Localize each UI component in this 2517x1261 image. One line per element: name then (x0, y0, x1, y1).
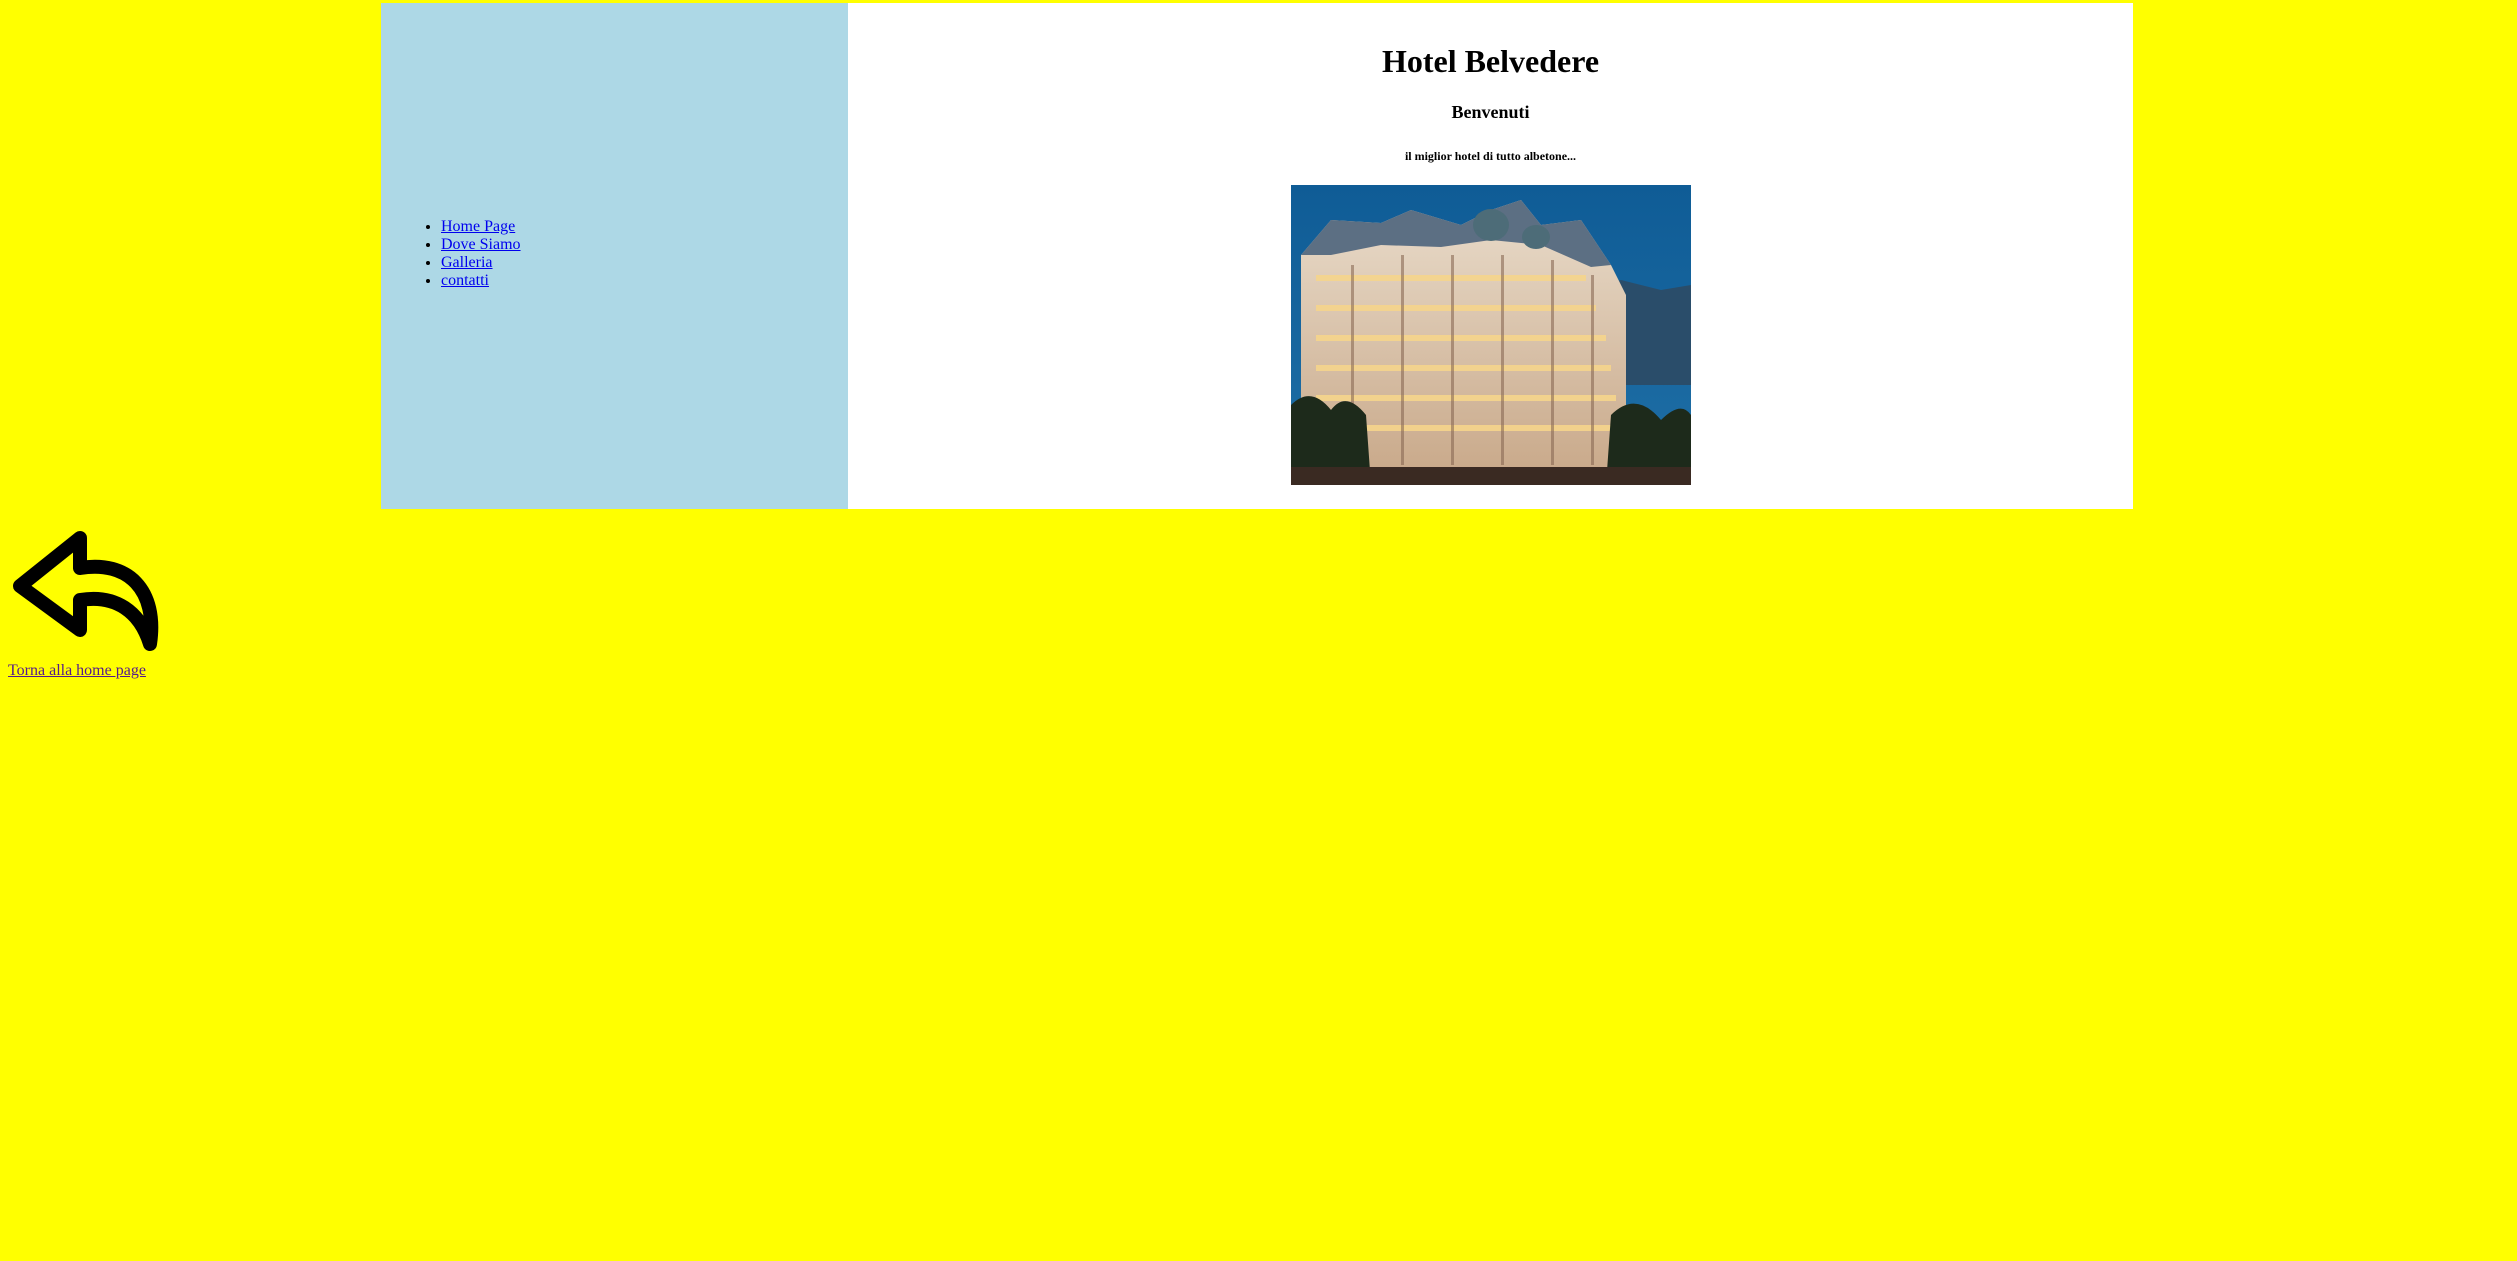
hotel-photo (1291, 185, 1691, 485)
tagline: il miglior hotel di tutto albetone... (1404, 149, 1577, 163)
nav-list: Home Page Dove Siamo Galleria contatti (381, 218, 521, 290)
welcome-heading: Benvenuti (1451, 102, 1530, 122)
main-content: Hotel Belvedere Benvenuti il miglior hot… (848, 3, 2133, 509)
reply-arrow-icon[interactable] (8, 520, 160, 654)
page-layout-table: Home Page Dove Siamo Galleria contatti H… (381, 3, 2133, 509)
nav-link-contatti[interactable]: contatti (441, 272, 489, 289)
back-to-home-link[interactable]: Torna alla home page (8, 662, 168, 680)
back-home-block: Torna alla home page (8, 520, 168, 680)
nav-link-dove-siamo[interactable]: Dove Siamo (441, 236, 521, 253)
nav-link-home-page[interactable]: Home Page (441, 218, 515, 235)
nav-item-contatti: contatti (441, 272, 521, 290)
nav-item-dove-siamo: Dove Siamo (441, 236, 521, 254)
nav-item-galleria: Galleria (441, 254, 521, 272)
nav-link-galleria[interactable]: Galleria (441, 254, 493, 271)
page-title: Hotel Belvedere (1381, 43, 1600, 79)
nav-item-home: Home Page (441, 218, 521, 236)
sidebar: Home Page Dove Siamo Galleria contatti (381, 3, 848, 509)
